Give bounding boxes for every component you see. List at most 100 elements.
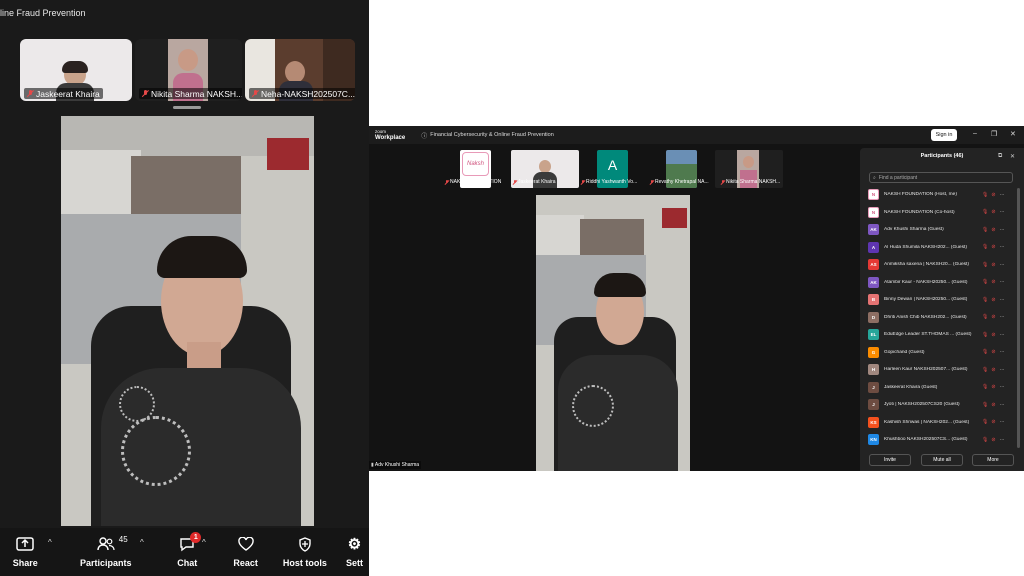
video-off-icon[interactable]: ⊘ (991, 349, 995, 355)
mic-muted-icon[interactable]: 🎙 (982, 209, 988, 215)
more-options-icon[interactable]: ··· (1000, 227, 1005, 233)
wall-emblem (267, 138, 309, 170)
mic-muted-icon[interactable]: 🎙 (982, 227, 988, 233)
participant-row[interactable]: G Gopichand (Guest) 🎙 ⊘ ··· (868, 346, 1014, 359)
video-off-icon[interactable]: ⊘ (991, 314, 995, 320)
mic-muted-icon[interactable]: 🎙 (982, 384, 988, 390)
participants-icon: 45 (95, 535, 128, 553)
mute-all-button[interactable]: Mute all (921, 454, 963, 466)
video-off-icon[interactable]: ⊘ (991, 332, 995, 338)
more-options-icon[interactable]: ··· (1000, 349, 1005, 355)
participant-name: Anmiksha saxena | NAKSH20... (Guest) (884, 262, 969, 267)
participant-row[interactable]: KN Khushboo NAKSH202507CS... (Guest) 🎙 ⊘ ··· (868, 433, 1014, 446)
participants-options-caret-icon[interactable]: ^ (140, 538, 144, 547)
avatar: AS (868, 259, 879, 270)
more-options-icon[interactable]: ··· (1000, 367, 1005, 373)
video-off-icon[interactable]: ⊘ (991, 244, 995, 250)
more-options-icon[interactable]: ··· (1000, 192, 1005, 198)
participant-row[interactable]: B Binny Dewan | NAKSH20250... (Guest) 🎙 ⊘ ··… (868, 293, 1014, 306)
video-off-icon[interactable]: ⊘ (991, 297, 995, 303)
video-off-icon[interactable]: ⊘ (991, 384, 995, 390)
video-tile-neha[interactable]: Neha-NAKSH202507C... (245, 39, 355, 101)
more-options-icon[interactable]: ··· (1000, 384, 1005, 390)
participant-row[interactable]: AK Atambir Kaur - NAKSH20250... (Guest) 🎙 ⊘… (868, 276, 1014, 289)
mic-muted-icon[interactable]: 🎙 (982, 437, 988, 443)
info-icon[interactable]: ⓘ (421, 131, 427, 140)
participants-button[interactable]: 45 Participants (54, 528, 157, 576)
sign-in-button[interactable]: Sign in (931, 129, 957, 141)
mic-muted-icon (650, 179, 654, 185)
participant-row[interactable]: AK Adv Khushi Sharma (Guest) 🎙 ⊘ ··· (868, 223, 1014, 236)
mic-muted-icon[interactable]: 🎙 (982, 367, 988, 373)
mic-muted-icon[interactable]: 🎙 (982, 419, 988, 425)
self-view-label: Adv Khushi Sharma (374, 462, 420, 468)
video-off-icon[interactable]: ⊘ (991, 419, 995, 425)
popout-icon[interactable]: ⧉ (998, 153, 1002, 160)
more-button[interactable]: More (972, 454, 1014, 466)
maximize-icon[interactable]: ❐ (991, 130, 997, 138)
video-tile-jaskeerat[interactable]: Jaskeerat Khaira (20, 39, 132, 101)
more-options-icon[interactable]: ··· (1000, 314, 1005, 320)
participant-row[interactable]: AS Anmiksha saxena | NAKSH20... (Guest) 🎙 ⊘… (868, 258, 1014, 271)
mic-muted-icon[interactable]: 🎙 (982, 244, 988, 250)
tile-name-label: Revathy Khetrapal NA... (655, 179, 709, 185)
mic-muted-icon[interactable]: 🎙 (982, 402, 988, 408)
participant-name: Adv Khushi Sharma (Guest) (884, 227, 944, 232)
mic-muted-icon[interactable]: 🎙 (982, 279, 988, 285)
tile-name-label: Nikita Sharma NAKSH... (726, 179, 781, 185)
video-off-icon[interactable]: ⊘ (991, 279, 995, 285)
more-options-icon[interactable]: ··· (1000, 297, 1005, 303)
video-off-icon[interactable]: ⊘ (991, 367, 995, 373)
participant-row[interactable]: N NAKSH FOUNDATION (Host, me) 🎙 ⊘ ··· (868, 188, 1014, 201)
video-off-icon[interactable]: ⊘ (991, 209, 995, 215)
mic-muted-icon (513, 179, 517, 185)
mic-muted-icon[interactable]: 🎙 (982, 262, 988, 268)
participant-row[interactable]: KS Kashish Shriwas | NAKSH202... (Guest) 🎙… (868, 416, 1014, 429)
search-placeholder: Find a participant (878, 174, 918, 181)
participant-row[interactable]: N NAKSH FOUNDATION (Co-host) 🎙 ⊘ ··· (868, 206, 1014, 219)
participant-row[interactable]: J Jaskeerat Khaira (Guest) 🎙 ⊘ ··· (868, 381, 1014, 394)
settings-button[interactable]: ⚙ Sett (340, 528, 369, 576)
more-options-icon[interactable]: ··· (1000, 437, 1005, 443)
participant-list-scrollbar[interactable] (1017, 188, 1020, 448)
participant-name: Harleen Kaur NAKSH202507... (Guest) (884, 367, 968, 372)
more-options-icon[interactable]: ··· (1000, 402, 1005, 408)
share-options-caret-icon[interactable]: ^ (48, 538, 52, 547)
host-tools-button[interactable]: Host tools (274, 528, 336, 576)
more-options-icon[interactable]: ··· (1000, 262, 1005, 268)
mic-muted-icon[interactable]: 🎙 (982, 332, 988, 338)
mic-muted-icon[interactable]: 🎙 (982, 297, 988, 303)
tile-name-label: Jaskeerat Khaira (518, 179, 556, 185)
chat-button[interactable]: 1 Chat (161, 528, 213, 576)
chat-options-caret-icon[interactable]: ^ (202, 538, 206, 547)
participant-search-input[interactable]: ⌕ Find a participant (869, 172, 1013, 183)
main-speaker-video (536, 195, 690, 471)
participant-row[interactable]: EL EduEdge Leader ST.THOMAS ... (Guest) 🎙 ⊘… (868, 328, 1014, 341)
more-options-icon[interactable]: ··· (1000, 419, 1005, 425)
mic-muted-icon[interactable]: 🎙 (982, 349, 988, 355)
minimize-icon[interactable]: – (973, 130, 977, 137)
participant-row[interactable]: D Dhriti Anish Chib NAKSH202... (Guest) 🎙 ⊘… (868, 311, 1014, 324)
participant-row[interactable]: A Al Huda Shumila NAKSH202... (Guest) 🎙 ⊘ ··… (868, 241, 1014, 254)
more-options-icon[interactable]: ··· (1000, 332, 1005, 338)
participant-row[interactable]: J Jyoti | NAKSH202507CS20 (Guest) 🎙 ⊘ ··· (868, 398, 1014, 411)
video-off-icon[interactable]: ⊘ (991, 262, 995, 268)
more-options-icon[interactable]: ··· (1000, 244, 1005, 250)
react-button[interactable]: React (221, 528, 269, 576)
participant-row[interactable]: H Harleen Kaur NAKSH202507... (Guest) 🎙 ⊘ ··… (868, 363, 1014, 376)
video-off-icon[interactable]: ⊘ (991, 402, 995, 408)
window (580, 219, 644, 255)
mic-muted-icon[interactable]: 🎙 (982, 192, 988, 198)
video-off-icon[interactable]: ⊘ (991, 227, 995, 233)
video-tile-nikita[interactable]: Nikita Sharma NAKSH... (135, 39, 242, 101)
gallery-scroll-handle[interactable] (173, 106, 201, 109)
more-options-icon[interactable]: ··· (1000, 209, 1005, 215)
video-off-icon[interactable]: ⊘ (991, 437, 995, 443)
video-off-icon[interactable]: ⊘ (991, 192, 995, 198)
invite-button[interactable]: Invite (869, 454, 911, 466)
more-options-icon[interactable]: ··· (1000, 279, 1005, 285)
share-button[interactable]: Share (0, 528, 50, 576)
mic-muted-icon[interactable]: 🎙 (982, 314, 988, 320)
close-icon[interactable]: ✕ (1010, 130, 1016, 138)
close-panel-icon[interactable]: ✕ (1010, 153, 1015, 160)
